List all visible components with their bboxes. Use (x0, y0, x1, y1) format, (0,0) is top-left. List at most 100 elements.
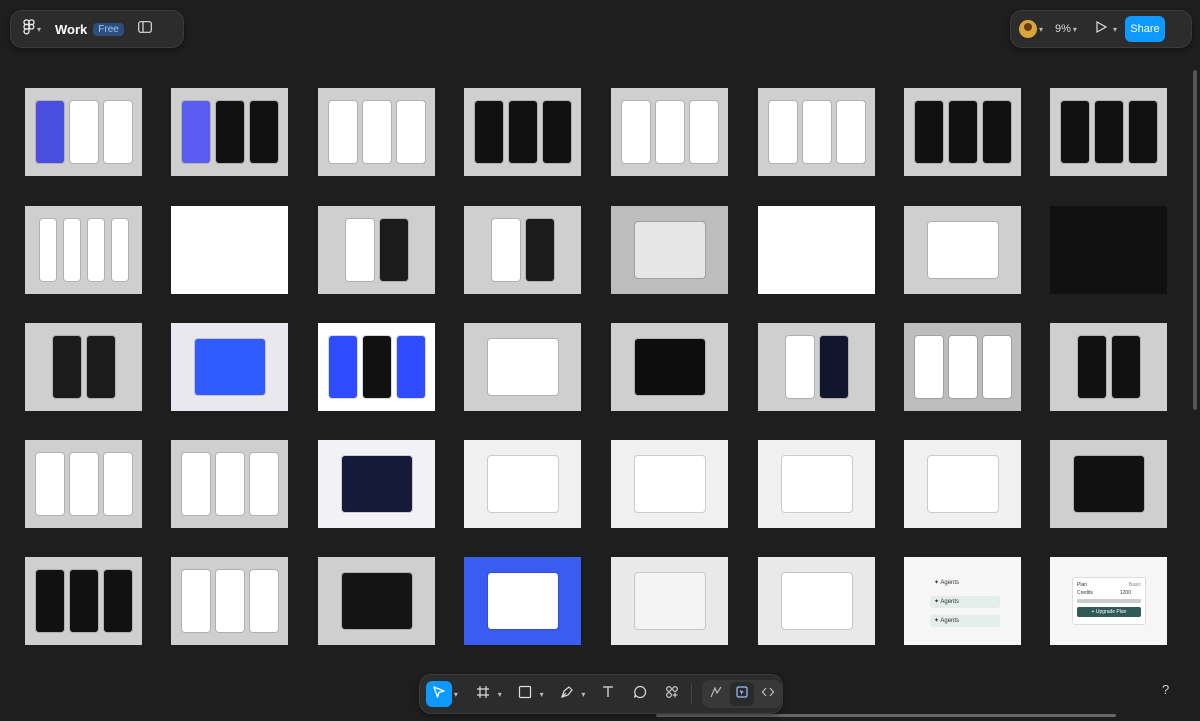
frame-row4-col4[interactable] (464, 440, 581, 528)
screen-mockup (379, 219, 408, 281)
frame-row1-col2[interactable] (171, 88, 288, 176)
screen-mockup (487, 339, 558, 395)
dev-mode-icon (761, 685, 775, 704)
move-tool-button[interactable] (426, 681, 452, 707)
frame-row1-col8[interactable] (1050, 88, 1167, 176)
frame-row2-col3[interactable] (318, 206, 435, 294)
screen-mockup (634, 222, 705, 278)
screen-mockup (621, 101, 650, 163)
frame-row2-col8[interactable] (1050, 206, 1167, 294)
frame-row4-col8[interactable] (1050, 440, 1167, 528)
screen-mockup (345, 219, 374, 281)
design-mode-button[interactable] (729, 682, 754, 706)
frame-row4-col5[interactable] (611, 440, 728, 528)
screen-mockup (39, 219, 56, 281)
frame-row1-col7[interactable] (904, 88, 1021, 176)
frame-row4-col7[interactable] (904, 440, 1021, 528)
avatar[interactable] (1019, 20, 1037, 38)
dev-mode-button[interactable] (756, 682, 780, 706)
upgrade-plan-button: + Upgrade Plan (1077, 607, 1141, 617)
screen-mockup (194, 339, 265, 395)
chevron-down-icon[interactable]: ▾ (581, 690, 585, 699)
frame-row1-col5[interactable] (611, 88, 728, 176)
screen-mockup (1077, 336, 1106, 398)
screen-mockup (86, 336, 115, 398)
plan-label: Plan (1077, 582, 1088, 588)
frame-row2-col7[interactable] (904, 206, 1021, 294)
collab-toolbar: ▾ 9% ▾ ▾ Share (1010, 10, 1192, 48)
frame-row5-col8[interactable]: Plan Basic Credits 1200 + Upgrade Plan (1050, 557, 1167, 645)
design-canvas[interactable]: ✦ Agents ✦ Agents ✦ Agents Plan Basic Credits… (0, 60, 1190, 668)
frame-row5-col3[interactable] (318, 557, 435, 645)
frame-row5-col5[interactable] (611, 557, 728, 645)
main-menu-button[interactable]: ▾ (23, 18, 41, 40)
credits-bar (1077, 599, 1141, 603)
frame-row3-col8[interactable] (1050, 323, 1167, 411)
comment-tool-button[interactable] (627, 681, 653, 707)
present-button[interactable] (1095, 20, 1108, 38)
frame-row3-col5[interactable] (611, 323, 728, 411)
frame-row2-col6[interactable] (758, 206, 875, 294)
screen-mockup (982, 101, 1011, 163)
toolbar-divider (690, 683, 692, 705)
screen-mockup (474, 101, 503, 163)
frame-row1-col1[interactable] (25, 88, 142, 176)
frame-row4-col1[interactable] (25, 440, 142, 528)
plan-badge[interactable]: Free (93, 22, 124, 36)
screen-mockup (634, 456, 705, 512)
zoom-level[interactable]: 9% (1055, 23, 1071, 35)
frame-row3-col1[interactable] (25, 323, 142, 411)
file-title[interactable]: Work (55, 22, 87, 37)
frame-row5-col6[interactable] (758, 557, 875, 645)
chevron-down-icon[interactable]: ▾ (454, 690, 458, 699)
screen-mockup (362, 101, 391, 163)
frame-row2-col5[interactable] (611, 206, 728, 294)
frame-row5-col2[interactable] (171, 557, 288, 645)
frame-row4-col3[interactable] (318, 440, 435, 528)
frame-row1-col6[interactable] (758, 88, 875, 176)
screen-mockup (87, 219, 104, 281)
chevron-down-icon[interactable]: ▾ (1073, 25, 1077, 34)
figma-logo-icon (23, 18, 35, 40)
file-toolbar: ▾ Work Free (10, 10, 184, 48)
chevron-down-icon[interactable]: ▾ (498, 690, 502, 699)
frame-row5-col1[interactable] (25, 557, 142, 645)
bottom-toolbar: ▾ ▾ ▾ ▾ (419, 674, 783, 714)
frame-row3-col3[interactable] (318, 323, 435, 411)
frame-row1-col3[interactable] (318, 88, 435, 176)
agents-nav-item: ✦ Agents (930, 615, 1000, 627)
screen-mockup (69, 453, 98, 515)
chevron-down-icon[interactable]: ▾ (540, 690, 544, 699)
screen-mockup (1073, 456, 1144, 512)
screen-mockup (542, 101, 571, 163)
actions-button[interactable] (659, 681, 685, 707)
horizontal-scrollbar[interactable] (656, 714, 1116, 717)
screen-mockup (1060, 101, 1089, 163)
frame-row5-col7[interactable]: ✦ Agents ✦ Agents ✦ Agents (904, 557, 1021, 645)
chevron-down-icon[interactable]: ▾ (1113, 25, 1117, 34)
draw-mode-button[interactable] (704, 682, 728, 706)
frame-row5-col4[interactable] (464, 557, 581, 645)
frame-row3-col4[interactable] (464, 323, 581, 411)
screen-mockup (396, 101, 425, 163)
frame-row3-col7[interactable] (904, 323, 1021, 411)
frame-row4-col2[interactable] (171, 440, 288, 528)
frame-row3-col2[interactable] (171, 323, 288, 411)
frame-row2-col2[interactable] (171, 206, 288, 294)
frame-row3-col6[interactable] (758, 323, 875, 411)
shape-tool-button[interactable] (512, 681, 538, 707)
pen-tool-button[interactable] (554, 681, 580, 707)
frame-tool-button[interactable] (470, 681, 496, 707)
screen-mockup (69, 570, 98, 632)
sidebar-toggle-button[interactable] (137, 20, 152, 38)
frame-row1-col4[interactable] (464, 88, 581, 176)
chevron-down-icon[interactable]: ▾ (1039, 25, 1043, 34)
frame-row2-col1[interactable] (25, 206, 142, 294)
screen-mockup (1094, 101, 1123, 163)
frame-row4-col6[interactable] (758, 440, 875, 528)
text-tool-button[interactable] (595, 681, 621, 707)
help-button[interactable]: ? (1162, 682, 1169, 697)
vertical-scrollbar[interactable] (1193, 70, 1197, 410)
share-button[interactable]: Share (1124, 16, 1165, 42)
frame-row2-col4[interactable] (464, 206, 581, 294)
